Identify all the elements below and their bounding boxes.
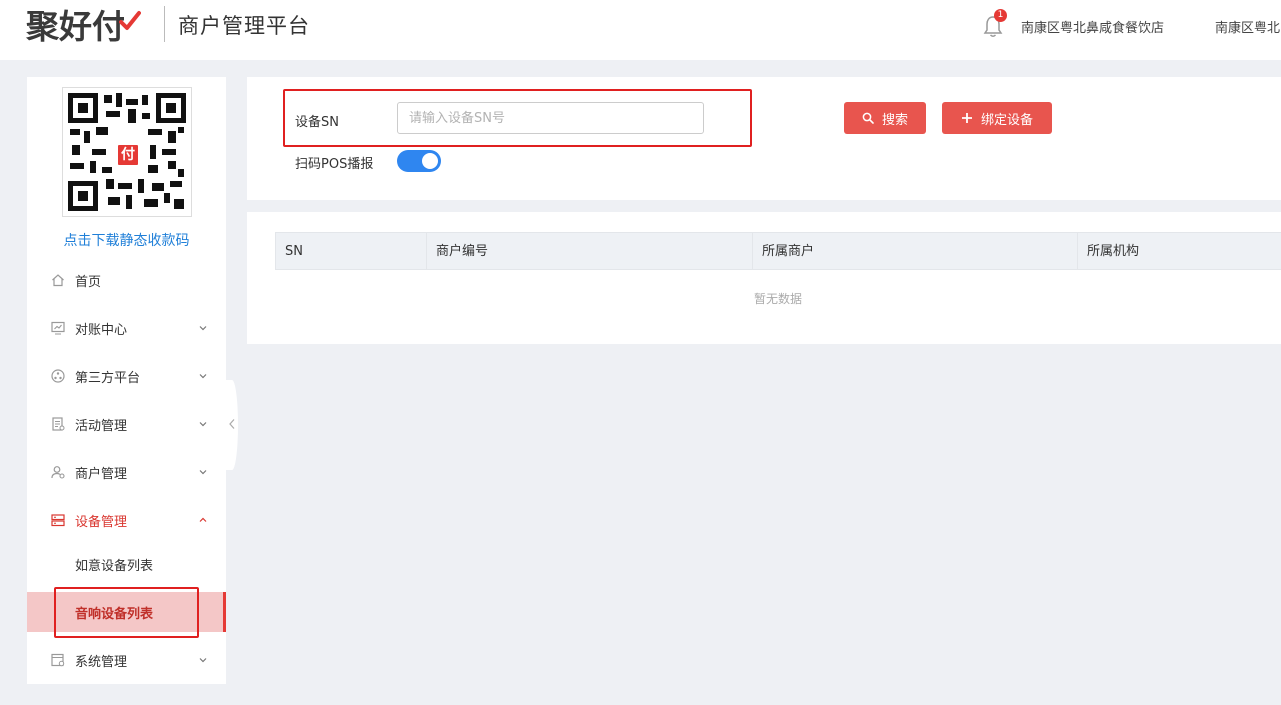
chevron-down-icon bbox=[199, 658, 207, 663]
top-header: 聚好付 商户管理平台 1 南康区粤北鼻咸食餐饮店 南康区粤北 bbox=[0, 0, 1281, 60]
search-button-label: 搜索 bbox=[881, 112, 908, 128]
column-header-merchant[interactable]: 所属商户 bbox=[753, 233, 1078, 270]
sidebar-item-label: 系统管理 bbox=[75, 654, 128, 670]
submenu-item-label: 如意设备列表 bbox=[75, 558, 154, 574]
bind-device-button[interactable]: 绑定设备 bbox=[942, 102, 1052, 134]
bind-device-button-label: 绑定设备 bbox=[980, 112, 1033, 128]
pos-broadcast-toggle[interactable] bbox=[397, 150, 441, 172]
chevron-down-icon bbox=[199, 374, 207, 379]
chevron-left-icon[interactable] bbox=[228, 418, 236, 430]
search-icon bbox=[862, 112, 874, 124]
header-divider bbox=[164, 6, 165, 42]
sidebar-item-label: 第三方平台 bbox=[75, 370, 141, 386]
table-empty-text: 暂无数据 bbox=[753, 292, 802, 306]
qr-brand-logo: 付 bbox=[116, 143, 140, 167]
user-settings-icon bbox=[50, 465, 65, 480]
sidebar-item-activities[interactable]: 活动管理 bbox=[27, 404, 226, 444]
column-header-organization[interactable]: 所属机构 bbox=[1078, 233, 1281, 270]
document-icon bbox=[50, 417, 65, 432]
download-qr-link[interactable]: 点击下载静态收款码 bbox=[27, 230, 226, 250]
brand-logo[interactable]: 聚好付 bbox=[26, 4, 141, 46]
qr-finder-bottom-left bbox=[68, 181, 98, 211]
qr-pattern: 付 bbox=[68, 93, 186, 211]
logo-text: 聚好付 bbox=[26, 7, 125, 46]
sidebar-item-label: 对账中心 bbox=[75, 322, 128, 338]
current-shop-name[interactable]: 南康区粤北鼻咸食餐饮店 bbox=[1021, 17, 1164, 36]
chevron-down-icon bbox=[199, 470, 207, 475]
notification-badge: 1 bbox=[994, 9, 1007, 22]
payment-qr-code[interactable]: 付 bbox=[62, 87, 192, 217]
sidebar-item-system[interactable]: 系统管理 bbox=[27, 640, 226, 680]
sidebar-item-label: 设备管理 bbox=[75, 514, 128, 530]
platform-title: 商户管理平台 bbox=[178, 14, 310, 38]
plus-icon bbox=[961, 112, 973, 124]
sidebar-item-label: 活动管理 bbox=[75, 418, 128, 434]
sidebar-item-label: 商户管理 bbox=[75, 466, 128, 482]
sidebar-item-merchants[interactable]: 商户管理 bbox=[27, 452, 226, 492]
share-icon bbox=[50, 369, 65, 384]
sidebar-item-third-party[interactable]: 第三方平台 bbox=[27, 356, 226, 396]
submenu-item-ruyi-devices[interactable]: 如意设备列表 bbox=[27, 544, 226, 584]
chevron-up-icon bbox=[199, 517, 207, 522]
chevron-down-icon bbox=[199, 422, 207, 427]
sidebar-item-reconciliation[interactable]: 对账中心 bbox=[27, 308, 226, 348]
account-shop-name[interactable]: 南康区粤北 bbox=[1215, 17, 1280, 36]
column-header-sn[interactable]: SN bbox=[276, 233, 427, 270]
sidebar-item-devices[interactable]: 设备管理 bbox=[27, 500, 226, 540]
sidebar-item-label: 首页 bbox=[75, 274, 102, 290]
search-button[interactable]: 搜索 bbox=[844, 102, 926, 134]
sidebar-item-home[interactable]: 首页 bbox=[27, 260, 226, 300]
settings-window-icon bbox=[50, 653, 65, 668]
qr-finder-top-left bbox=[68, 93, 98, 123]
column-header-merchant-id[interactable]: 商户编号 bbox=[427, 233, 753, 270]
speaker-devices-highlight bbox=[54, 587, 199, 638]
table-header: SN 商户编号 所属商户 所属机构 bbox=[275, 232, 1281, 270]
pos-broadcast-label: 扫码POS播报 bbox=[295, 157, 374, 172]
home-icon bbox=[50, 273, 65, 288]
sn-field-highlight bbox=[283, 89, 752, 147]
qr-finder-top-right bbox=[156, 93, 186, 123]
logo-check-icon bbox=[119, 11, 141, 30]
device-icon bbox=[50, 513, 65, 528]
chevron-down-icon bbox=[199, 326, 207, 331]
monitor-icon bbox=[50, 321, 65, 336]
